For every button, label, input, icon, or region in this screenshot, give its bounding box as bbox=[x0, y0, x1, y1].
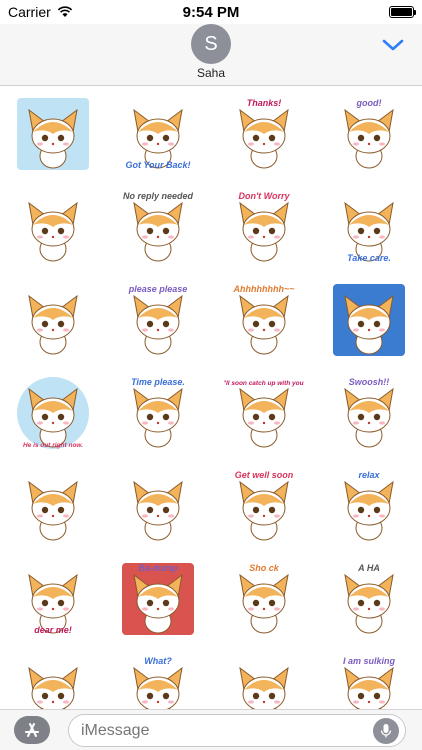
kitten-sticker-art: Ba-dump bbox=[122, 562, 195, 635]
sticker[interactable]: Sho ck bbox=[211, 552, 317, 645]
sticker-caption: Time please. bbox=[131, 377, 185, 387]
kitten-sticker-art: I'll soon catch up with you. bbox=[224, 380, 304, 447]
app-store-icon bbox=[25, 723, 39, 737]
kitten-sticker-art bbox=[28, 201, 78, 261]
kitten-sticker-art: What? bbox=[133, 656, 183, 709]
sticker-caption: relax bbox=[359, 470, 381, 480]
sticker[interactable]: No reply needed bbox=[106, 180, 212, 273]
avatar-initial: S bbox=[204, 32, 218, 55]
sticker-caption: good! bbox=[356, 98, 382, 108]
sticker-caption: Got Your Back! bbox=[126, 160, 191, 170]
sticker[interactable]: Ba-dump bbox=[106, 552, 212, 645]
sticker[interactable] bbox=[0, 180, 106, 273]
kitten-sticker-art: good! bbox=[344, 98, 394, 168]
kitten-sticker-art bbox=[333, 283, 406, 356]
kitten-sticker-art: Got Your Back! bbox=[126, 108, 191, 170]
sticker[interactable]: relax bbox=[317, 459, 422, 552]
kitten-sticker-art: He is out right now. bbox=[16, 376, 89, 449]
sticker[interactable]: He is out right now. bbox=[0, 366, 106, 459]
sticker-caption: Don't Worry bbox=[238, 191, 290, 201]
kitten-sticker-art: Thanks! bbox=[239, 98, 289, 168]
imessage-app: Carrier 9:54 PM S Saha Got Your Back! Tha… bbox=[0, 0, 422, 750]
sticker[interactable]: good! bbox=[317, 87, 422, 180]
clock: 9:54 PM bbox=[182, 3, 240, 21]
sticker-caption: No reply needed bbox=[123, 191, 194, 201]
input-bar bbox=[0, 709, 422, 750]
message-input[interactable] bbox=[81, 722, 371, 740]
sticker[interactable]: Don't Worry bbox=[211, 180, 317, 273]
kitten-sticker-art: Take care. bbox=[344, 201, 394, 263]
sticker-caption: dear me! bbox=[34, 625, 72, 635]
kitten-sticker-art: ?? bbox=[28, 666, 78, 709]
sticker[interactable]: A HA bbox=[317, 552, 422, 645]
sticker[interactable]: What? bbox=[106, 645, 212, 709]
sticker-grid: Got Your Back! Thanks! good! No reply neede… bbox=[0, 87, 422, 709]
sticker-caption: He is out right now. bbox=[23, 442, 83, 449]
chevron-down-icon[interactable] bbox=[382, 38, 404, 52]
kitten-sticker-art bbox=[28, 294, 78, 354]
sticker[interactable] bbox=[317, 273, 422, 366]
kitten-sticker-art bbox=[133, 480, 183, 540]
sticker[interactable] bbox=[211, 645, 317, 709]
kitten-sticker-art: Swoosh!! bbox=[344, 377, 394, 447]
kitten-sticker-art: A HA bbox=[344, 563, 394, 633]
sticker-caption: Swoosh!! bbox=[349, 377, 390, 387]
sticker-caption: What? bbox=[145, 656, 173, 666]
kitten-sticker-art: Don't Worry bbox=[238, 191, 290, 261]
kitten-sticker-art: dear me! bbox=[28, 573, 78, 635]
sticker[interactable]: Got Your Back! bbox=[106, 87, 212, 180]
sticker[interactable]: Time please. bbox=[106, 366, 212, 459]
sticker-caption: Get well soon bbox=[234, 470, 293, 480]
kitten-sticker-art: relax bbox=[344, 470, 394, 540]
sticker[interactable]: I am sulking bbox=[317, 645, 422, 709]
sticker[interactable]: Take care. bbox=[317, 180, 422, 273]
wifi-icon bbox=[57, 6, 72, 17]
app-store-button[interactable] bbox=[14, 716, 50, 744]
battery-icon bbox=[389, 6, 416, 18]
sticker-caption: Take care. bbox=[347, 253, 391, 263]
sticker[interactable]: dear me! bbox=[0, 552, 106, 645]
sticker-caption: A HA bbox=[357, 563, 380, 573]
sticker-caption: I am sulking bbox=[343, 656, 396, 666]
sticker[interactable]: Get well soon bbox=[211, 459, 317, 552]
sticker[interactable] bbox=[0, 87, 106, 180]
sticker-caption: Ba-dump bbox=[139, 563, 178, 573]
contact-name[interactable]: Saha bbox=[0, 66, 422, 80]
avatar[interactable]: S bbox=[191, 24, 231, 64]
sticker[interactable]: I'll soon catch up with you. bbox=[211, 366, 317, 459]
sticker-caption: Sho ck bbox=[249, 563, 280, 573]
sticker[interactable] bbox=[0, 273, 106, 366]
microphone-icon bbox=[380, 724, 392, 738]
kitten-sticker-art: I am sulking bbox=[343, 656, 396, 709]
sticker-caption: please please bbox=[128, 284, 188, 294]
message-field[interactable] bbox=[68, 714, 406, 747]
kitten-sticker-art bbox=[16, 97, 89, 170]
kitten-sticker-art: No reply needed bbox=[123, 191, 194, 261]
sticker[interactable] bbox=[0, 459, 106, 552]
sticker[interactable]: ?? bbox=[0, 645, 106, 709]
dictation-button[interactable] bbox=[373, 718, 399, 744]
sticker[interactable]: Ahhhhhhhh~~ bbox=[211, 273, 317, 366]
kitten-sticker-art: Time please. bbox=[131, 377, 185, 447]
sticker[interactable] bbox=[106, 459, 212, 552]
kitten-sticker-art: Get well soon bbox=[234, 470, 294, 540]
sticker-caption: Ahhhhhhhh~~ bbox=[232, 284, 295, 294]
kitten-sticker-art: Ahhhhhhhh~~ bbox=[232, 284, 295, 354]
kitten-sticker-art: Sho ck bbox=[239, 563, 289, 633]
carrier-label: Carrier bbox=[8, 4, 51, 20]
sticker[interactable]: please please bbox=[106, 273, 212, 366]
kitten-sticker-art bbox=[239, 666, 289, 709]
status-bar: Carrier 9:54 PM bbox=[0, 0, 422, 24]
sticker[interactable]: Thanks! bbox=[211, 87, 317, 180]
conversation-header: S Saha bbox=[0, 24, 422, 86]
sticker-caption: I'll soon catch up with you. bbox=[224, 380, 304, 387]
sticker[interactable]: Swoosh!! bbox=[317, 366, 422, 459]
sticker-caption: Thanks! bbox=[246, 98, 281, 108]
kitten-sticker-art: please please bbox=[128, 284, 188, 354]
kitten-sticker-art bbox=[28, 480, 78, 540]
